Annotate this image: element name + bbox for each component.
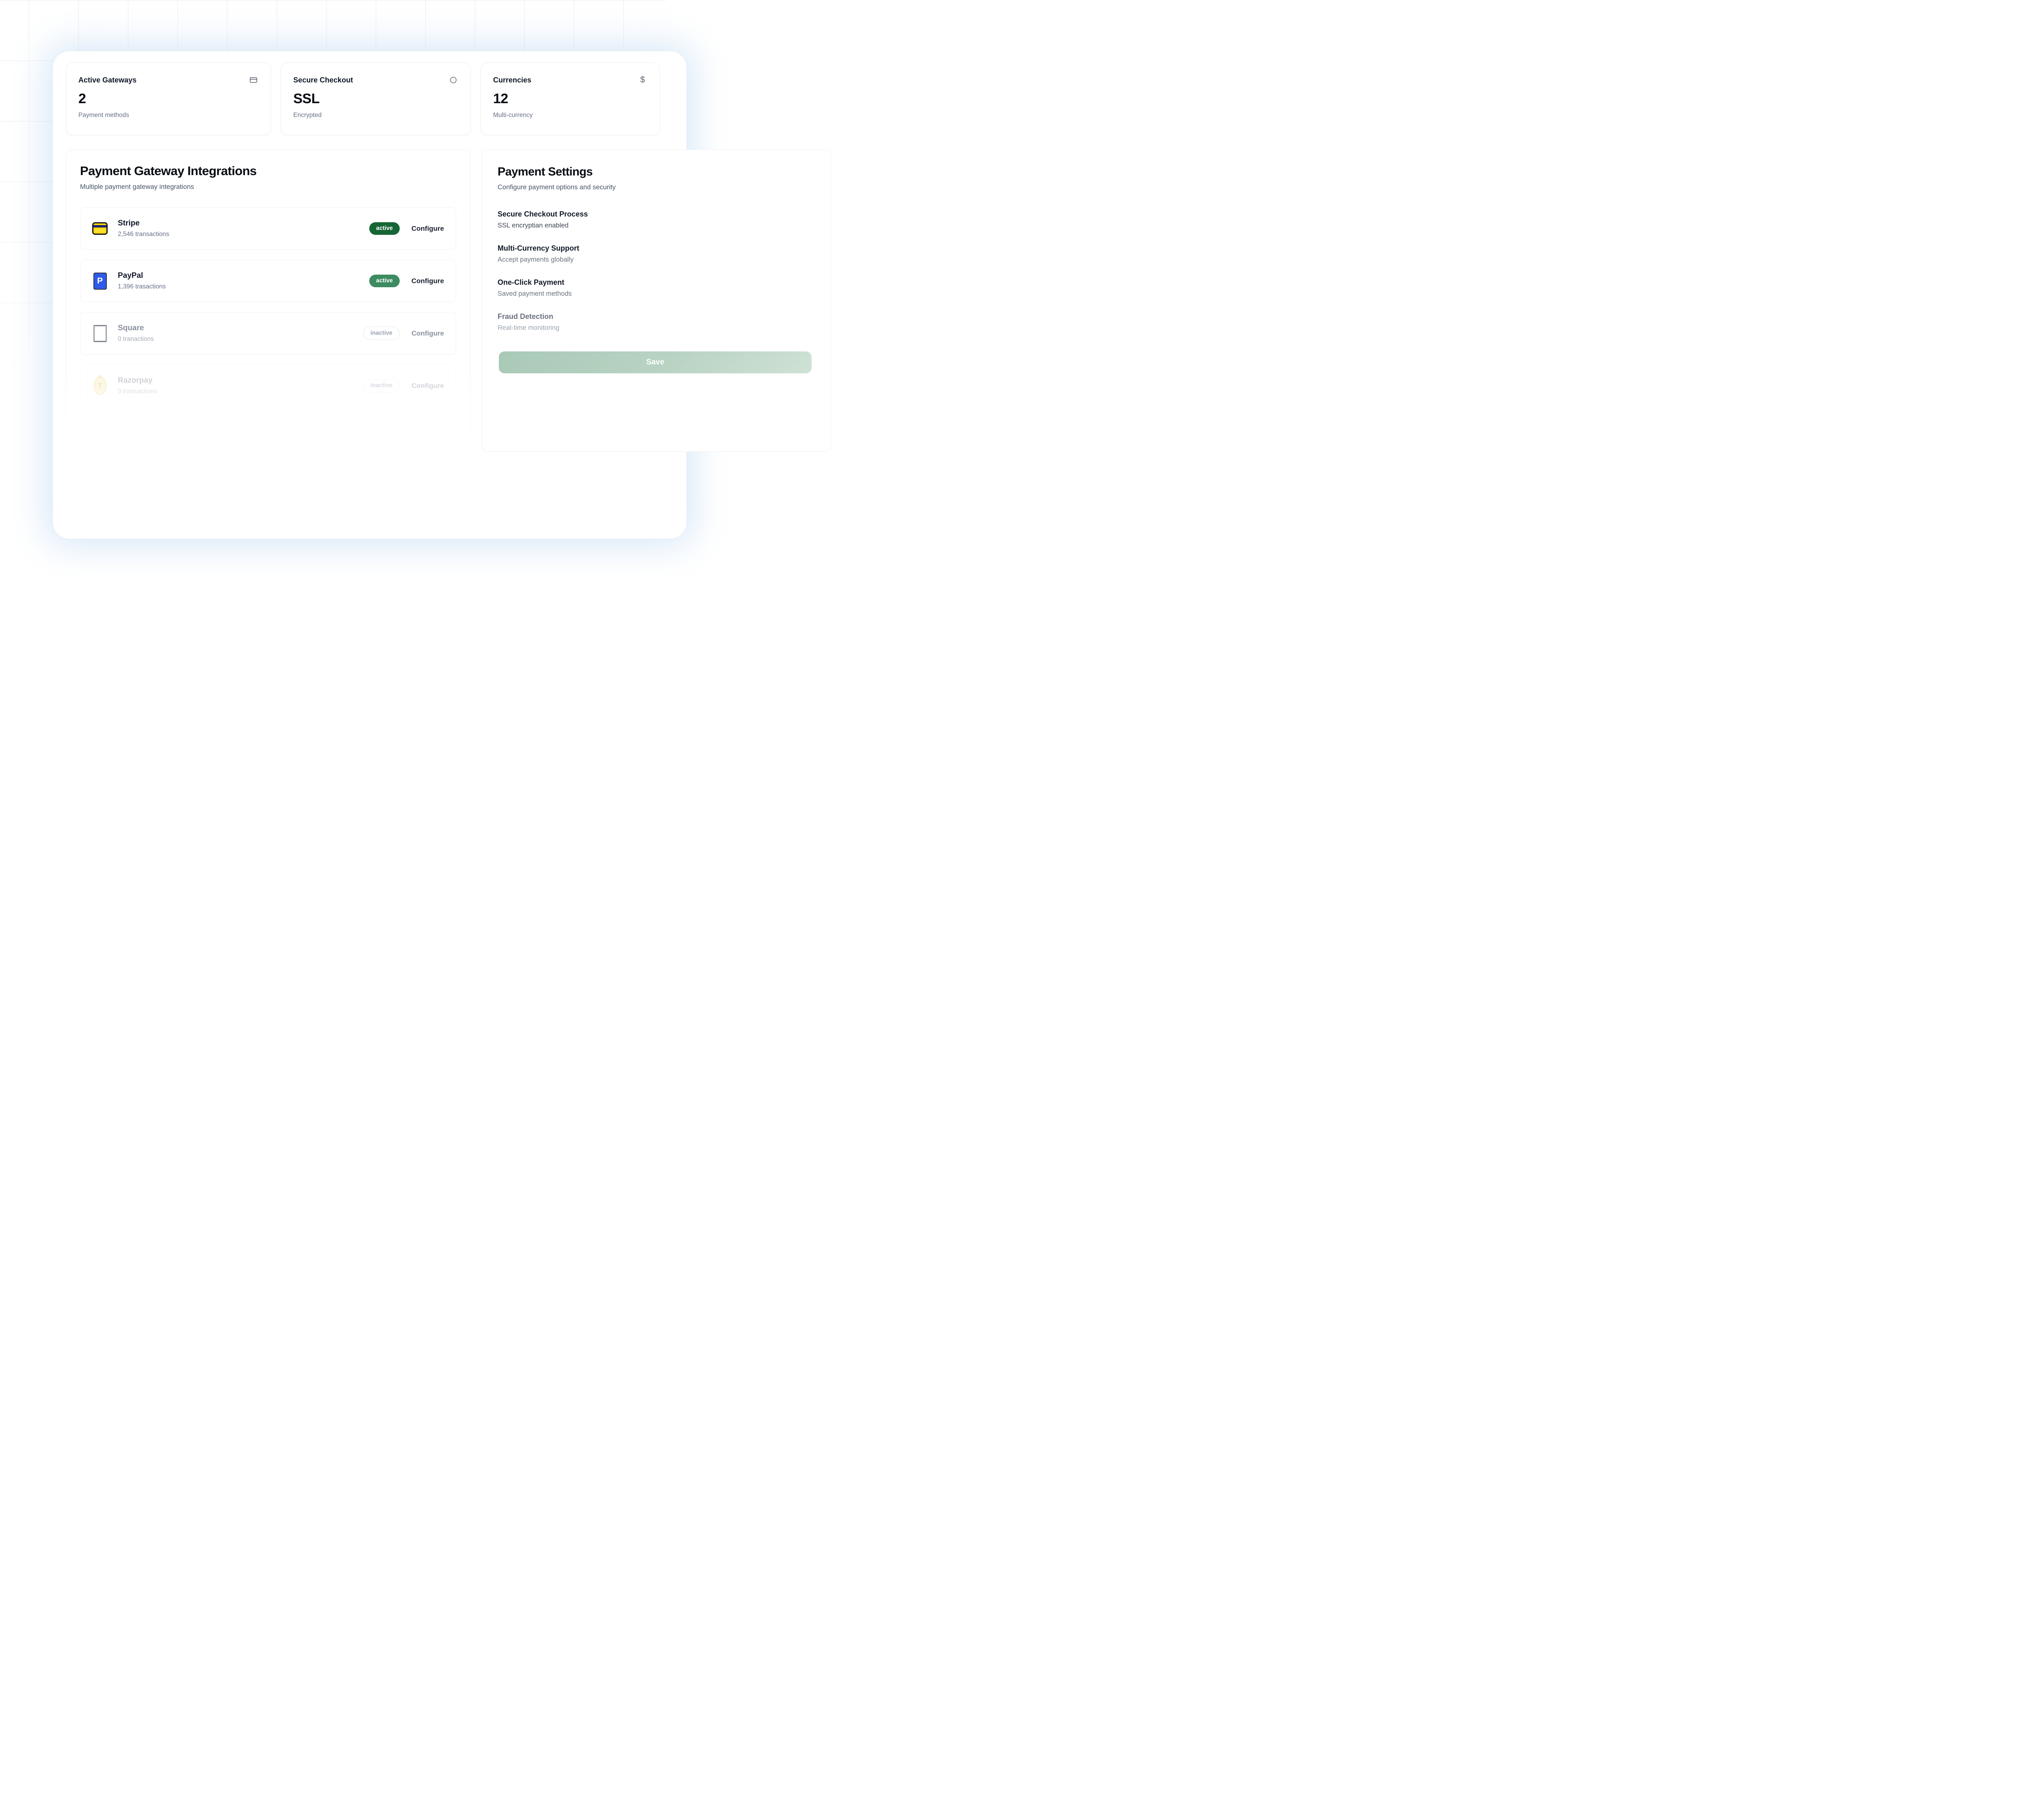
gateway-transactions: 0 tranactions bbox=[118, 336, 154, 343]
stat-subtitle: Encrypted bbox=[293, 112, 458, 119]
setting-item-one-click-payment: One-Click Payment Saved payment methods bbox=[498, 278, 815, 298]
setting-item-multi-currency: Multi-Currency Support Accept payments g… bbox=[498, 244, 815, 264]
setting-description: Real-time monitoring bbox=[498, 324, 815, 332]
status-badge: inactive bbox=[363, 379, 400, 392]
stat-card-active-gateways: Active Gateways 2 Payment methods bbox=[66, 63, 271, 135]
payment-settings-panel: Payment Settings Configure payment optio… bbox=[482, 150, 831, 452]
gateway-list: Stripe 2,546 transactions active Configu… bbox=[80, 207, 456, 407]
gateway-row-paypal: P PayPal 1,396 trasactions active Config… bbox=[80, 260, 456, 302]
setting-title: Fraud Detection bbox=[498, 312, 815, 321]
setting-title: Multi-Currency Support bbox=[498, 244, 815, 253]
setting-description: SSL encryptian enabled bbox=[498, 222, 815, 230]
gateway-name: PayPal bbox=[118, 271, 166, 280]
stat-value: 2 bbox=[78, 91, 258, 107]
paypal-icon: P bbox=[91, 273, 109, 290]
razorpay-bulb-icon: T bbox=[91, 377, 109, 395]
gateway-row-square: Square 0 tranactions inactive Configure bbox=[80, 312, 456, 355]
configure-button[interactable]: Configure bbox=[410, 382, 445, 390]
stat-title: Currencies bbox=[493, 76, 647, 84]
save-button[interactable]: Save bbox=[499, 351, 812, 373]
settings-panel-title: Payment Settings bbox=[498, 165, 815, 179]
status-badge: active bbox=[369, 222, 400, 235]
setting-title: One-Click Payment bbox=[498, 278, 815, 287]
gateways-panel-subtitle: Multiple payment gateway integrations bbox=[80, 183, 456, 191]
stat-title: Active Gateways bbox=[78, 76, 258, 84]
stat-value: SSL bbox=[293, 91, 458, 107]
gateway-name: Square bbox=[118, 324, 154, 333]
status-badge: active bbox=[369, 275, 400, 287]
gateway-transactions: 2,546 transactions bbox=[118, 231, 169, 238]
gateways-panel-title: Payment Gateway Integrations bbox=[80, 164, 456, 178]
gateway-row-stripe: Stripe 2,546 transactions active Configu… bbox=[80, 207, 456, 250]
stats-row: Active Gateways 2 Payment methods Secure… bbox=[66, 63, 660, 135]
gateway-name: Razorpay bbox=[118, 376, 157, 385]
gateway-transactions: 1,396 trasactions bbox=[118, 283, 166, 290]
gateway-transactions: 0 transactions bbox=[118, 388, 157, 395]
setting-item-fraud-detection: Fraud Detection Real-time monitoring bbox=[498, 312, 815, 332]
stat-subtitle: Multi-currency bbox=[493, 112, 647, 119]
stat-card-currencies: Currencies $ 12 Multi-currency bbox=[481, 63, 660, 135]
stripe-card-icon bbox=[91, 222, 109, 235]
payment-gateway-integrations-panel: Payment Gateway Integrations Multiple pa… bbox=[66, 150, 470, 442]
payments-dashboard-container: Active Gateways 2 Payment methods Secure… bbox=[53, 51, 686, 539]
setting-description: Saved payment methods bbox=[498, 290, 815, 298]
gateway-name: Stripe bbox=[118, 219, 169, 228]
status-badge: inactive bbox=[363, 327, 400, 340]
configure-button[interactable]: Configure bbox=[410, 225, 445, 233]
stat-title: Secure Checkout bbox=[293, 76, 458, 84]
setting-description: Accept payments globally bbox=[498, 256, 815, 264]
setting-item-secure-checkout: Secure Checkout Process SSL encryptian e… bbox=[498, 210, 815, 230]
gateway-row-razorpay: T Razorpay 0 transactions inactive Confi… bbox=[80, 364, 456, 407]
stat-subtitle: Payment methods bbox=[78, 112, 258, 119]
dollar-icon: $ bbox=[638, 75, 647, 85]
circle-icon bbox=[448, 75, 458, 85]
configure-button[interactable]: Configure bbox=[410, 277, 445, 285]
setting-title: Secure Checkout Process bbox=[498, 210, 815, 219]
square-icon bbox=[91, 325, 109, 342]
stat-value: 12 bbox=[493, 91, 647, 107]
settings-panel-subtitle: Configure payment options and security bbox=[498, 184, 815, 191]
credit-card-icon bbox=[249, 75, 258, 85]
settings-list: Secure Checkout Process SSL encryptian e… bbox=[498, 210, 815, 332]
stat-card-secure-checkout: Secure Checkout SSL Encrypted bbox=[281, 63, 471, 135]
configure-button[interactable]: Configure bbox=[410, 329, 445, 338]
